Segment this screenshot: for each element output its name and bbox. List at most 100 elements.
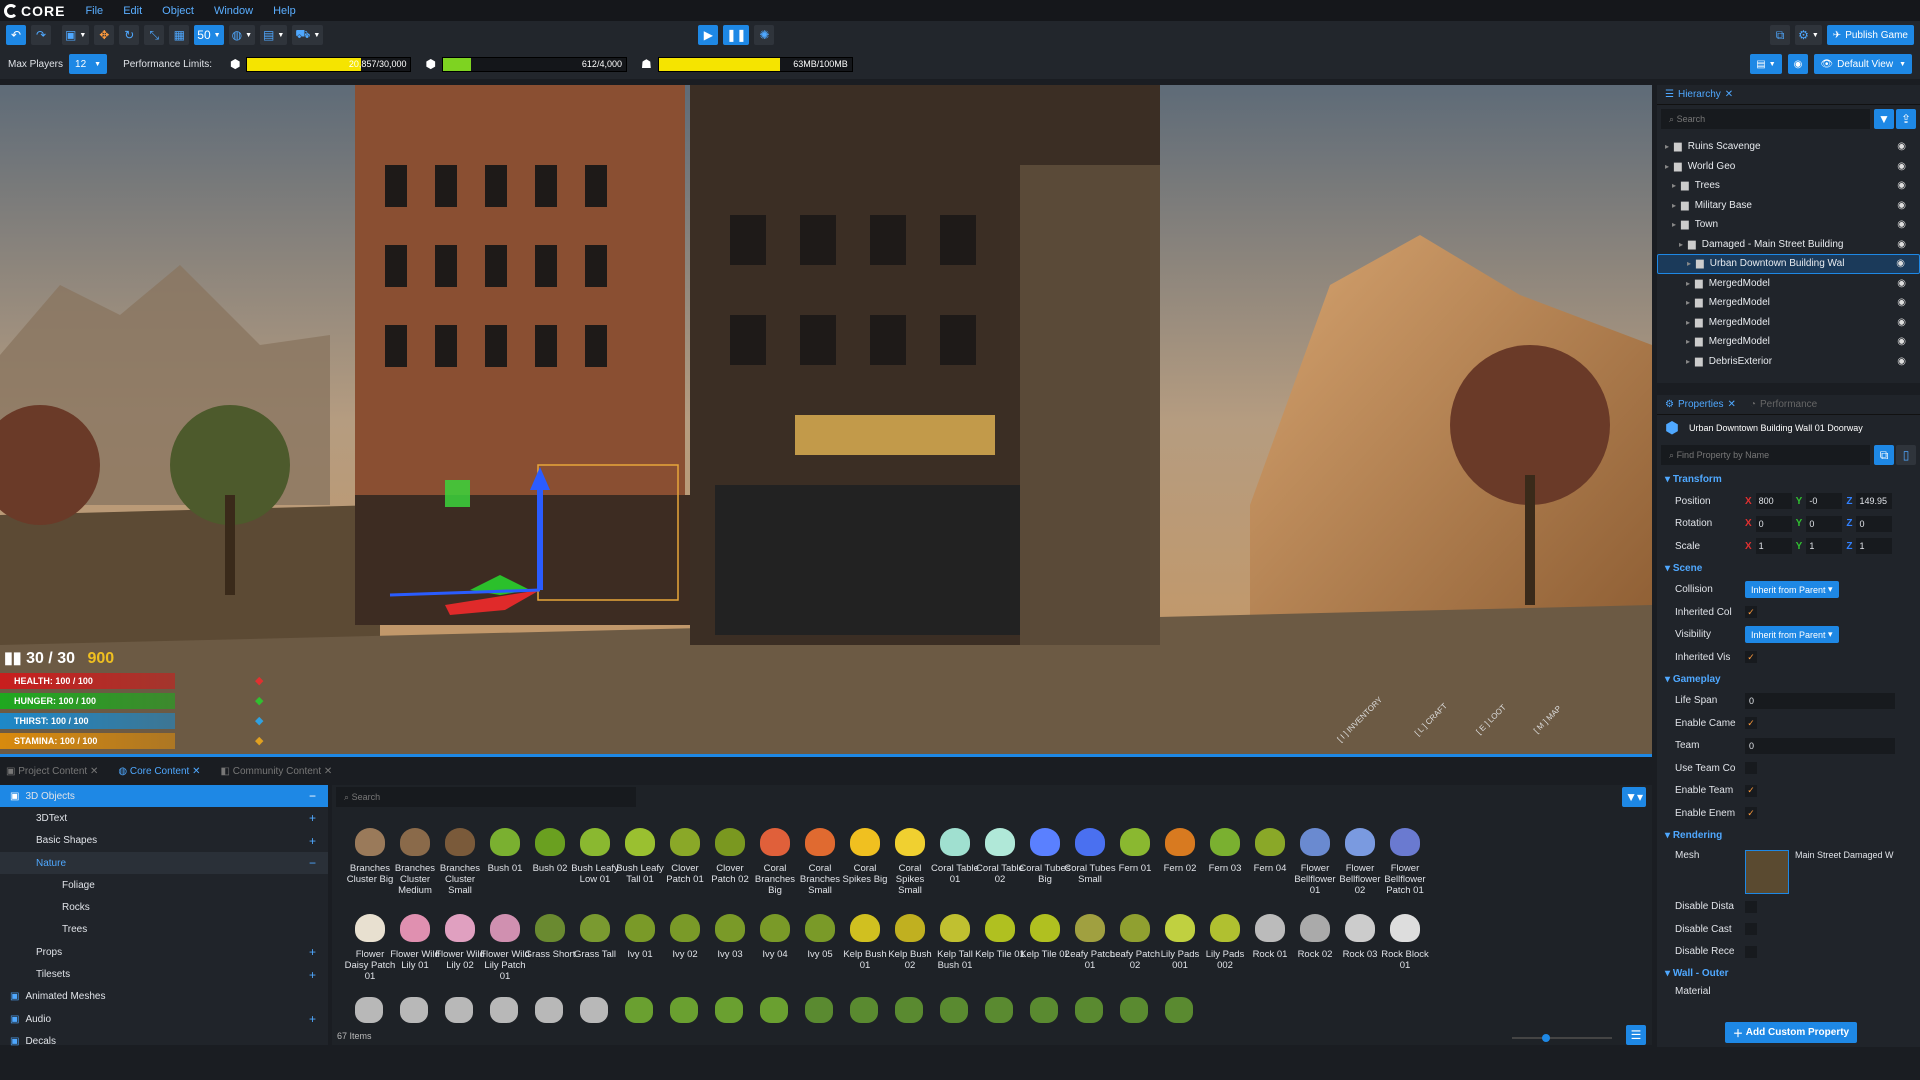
visibility-eye-icon[interactable]: ◉ — [1897, 161, 1906, 172]
tab-properties[interactable]: Properties — [1678, 399, 1724, 410]
expand-icon[interactable]: + — [309, 945, 316, 959]
position-y[interactable]: -0 — [1806, 493, 1843, 510]
tab-community-content[interactable]: ◧ Community Content ✕ — [221, 766, 333, 777]
menu-object[interactable]: Object — [152, 5, 204, 17]
content-search-input[interactable]: ⌕ Search — [336, 787, 636, 807]
expand-arrow-icon[interactable]: ▸ — [1672, 181, 1676, 190]
position-x[interactable]: 800 — [1755, 493, 1792, 510]
snap-size-dropdown[interactable]: 50 ▼ — [194, 25, 224, 45]
asset-preview-icon[interactable] — [1030, 997, 1058, 1023]
grid-snap-icon[interactable]: ▦ — [169, 25, 190, 45]
expand-arrow-icon[interactable]: ▸ — [1665, 162, 1669, 171]
category-item[interactable]: ▣ Animated Meshes — [0, 986, 328, 1008]
expand-arrow-icon[interactable]: ▸ — [1672, 201, 1676, 210]
hierarchy-row[interactable]: ▸ ▆ World Geo ◉ — [1657, 157, 1920, 177]
hierarchy-row[interactable]: ▸ ▆ Town ◉ — [1657, 215, 1920, 235]
rendering-section[interactable]: ▾ Rendering — [1657, 825, 1920, 846]
spawn-button[interactable]: ⛟ ▼ — [292, 25, 324, 45]
object-mode-button[interactable]: ▣ ▼ — [62, 25, 90, 45]
visibility-eye-icon[interactable]: ◉ — [1897, 200, 1906, 211]
asset-preview-icon[interactable] — [985, 997, 1013, 1023]
asset-preview-icon[interactable] — [355, 997, 383, 1023]
close-icon[interactable]: ✕ — [1725, 89, 1733, 100]
collapse-icon[interactable]: − — [309, 789, 316, 803]
transform-section[interactable]: ▾ Transform — [1657, 469, 1920, 490]
rotation-z[interactable]: 0 — [1856, 515, 1893, 532]
expand-arrow-icon[interactable]: ▸ — [1686, 298, 1690, 307]
gameplay-section[interactable]: ▾ Gameplay — [1657, 669, 1920, 690]
redo-button[interactable]: ↷ — [31, 25, 51, 45]
expand-arrow-icon[interactable]: ▸ — [1679, 240, 1683, 249]
filter-icon[interactable]: ▼ — [1874, 109, 1894, 129]
menu-help[interactable]: Help — [263, 5, 306, 17]
category-item[interactable]: 3DText + — [0, 807, 328, 829]
expand-icon[interactable]: + — [309, 968, 316, 982]
wall-outer-section[interactable]: ▾ Wall - Outer — [1657, 963, 1920, 984]
hierarchy-tab[interactable]: ☰ Hierarchy ✕ — [1657, 85, 1920, 105]
scale-x[interactable]: 1 — [1755, 538, 1792, 555]
publish-game-button[interactable]: ✈ Publish Game — [1826, 25, 1914, 45]
scale-z[interactable]: 1 — [1856, 538, 1893, 555]
asset-preview-icon[interactable] — [940, 997, 968, 1023]
category-item[interactable]: ▣ Audio + — [0, 1008, 328, 1030]
enable-enemy-checkbox[interactable]: ✓ — [1745, 807, 1757, 820]
hierarchy-row[interactable]: ▸ ▆ MergedModel ◉ — [1657, 313, 1920, 333]
save-view-button[interactable]: ▤ ▼ — [1750, 54, 1782, 74]
hierarchy-row[interactable]: ▸ ▆ Military Base ◉ — [1657, 196, 1920, 216]
visibility-eye-icon[interactable]: ◉ — [1896, 258, 1905, 269]
expand-icon[interactable]: + — [309, 1012, 316, 1026]
camera-button[interactable]: ▤ ▼ — [260, 25, 288, 45]
collapse-icon[interactable]: − — [309, 856, 316, 870]
scene-section[interactable]: ▾ Scene — [1657, 558, 1920, 579]
content-filter-icon[interactable]: ▼▾ — [1622, 787, 1646, 807]
enable-camera-checkbox[interactable]: ✓ — [1745, 717, 1757, 730]
list-view-icon[interactable]: ☰ — [1626, 1025, 1646, 1045]
asset-preview-icon[interactable] — [805, 997, 833, 1023]
multiplayer-preview-icon[interactable]: ✺ — [754, 25, 775, 45]
visibility-eye-icon[interactable]: ◉ — [1897, 317, 1906, 328]
hierarchy-row[interactable]: ▸ ▆ MergedModel ◉ — [1657, 332, 1920, 352]
scale-tool-icon[interactable]: ⤡ — [144, 25, 165, 45]
zoom-slider-handle[interactable] — [1542, 1034, 1550, 1042]
tab-core-content[interactable]: ◍ Core Content ✕ — [118, 766, 200, 777]
category-item[interactable]: Basic Shapes + — [0, 830, 328, 852]
asset-preview-icon[interactable] — [400, 997, 428, 1023]
category-item[interactable]: Trees — [0, 919, 328, 941]
asset-preview-icon[interactable] — [670, 997, 698, 1023]
close-icon[interactable]: ✕ — [1728, 399, 1736, 410]
category-item[interactable]: Foliage — [0, 874, 328, 896]
visibility-eye-icon[interactable]: ◉ — [1897, 180, 1906, 191]
expand-arrow-icon[interactable]: ▸ — [1686, 318, 1690, 327]
expand-arrow-icon[interactable]: ▸ — [1665, 142, 1669, 151]
rotation-y[interactable]: 0 — [1806, 515, 1843, 532]
expand-icon[interactable]: + — [309, 811, 316, 825]
expand-arrow-icon[interactable]: ▸ — [1672, 220, 1676, 229]
mesh-thumbnail[interactable] — [1745, 849, 1789, 894]
category-item[interactable]: Props + — [0, 941, 328, 963]
expand-arrow-icon[interactable]: ▸ — [1687, 259, 1691, 268]
expand-arrow-icon[interactable]: ▸ — [1686, 279, 1690, 288]
position-z[interactable]: 149.95 — [1856, 493, 1893, 510]
hierarchy-row[interactable]: ▸ ▆ Trees ◉ — [1657, 176, 1920, 196]
visibility-eye-icon[interactable]: ◉ — [1897, 297, 1906, 308]
asset-preview-icon[interactable] — [445, 997, 473, 1023]
publish-settings-button[interactable]: ⚙ ▼ — [1795, 25, 1822, 45]
category-item[interactable]: Rocks — [0, 896, 328, 918]
content-item[interactable]: Flower Bellflower Patch 01 — [1379, 823, 1431, 896]
asset-preview-icon[interactable] — [535, 997, 563, 1023]
rotate-tool-icon[interactable]: ↻ — [119, 25, 140, 45]
asset-preview-icon[interactable] — [625, 997, 653, 1023]
play-button[interactable]: ▶ — [698, 25, 719, 45]
inherited-vis-checkbox[interactable]: ✓ — [1745, 651, 1757, 664]
hierarchy-search-input[interactable]: ⌕ Search — [1661, 109, 1870, 129]
copy-icon[interactable]: ⧉ — [1874, 445, 1894, 465]
collision-dropdown[interactable]: Inherit from Parent ▾ — [1745, 581, 1839, 599]
use-team-checkbox[interactable] — [1745, 762, 1757, 775]
scale-y[interactable]: 1 — [1806, 538, 1843, 555]
category-item[interactable]: ▣ 3D Objects − — [0, 785, 328, 808]
visibility-eye-icon[interactable]: ◉ — [1897, 141, 1906, 152]
default-view-dropdown[interactable]: 👁 Default View ▼ — [1814, 54, 1912, 74]
max-players-dropdown[interactable]: 12 ▼ — [69, 54, 108, 74]
visibility-eye-icon[interactable]: ◉ — [1897, 356, 1906, 367]
property-search-input[interactable]: ⌕ Find Property by Name — [1661, 445, 1870, 465]
